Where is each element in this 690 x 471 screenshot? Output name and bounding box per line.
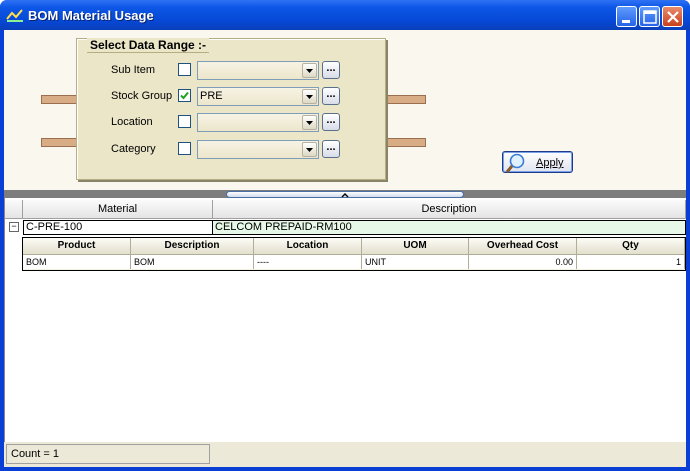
status-bar: Count = 1 (4, 442, 686, 467)
decor-bar-right-1 (386, 95, 426, 104)
child-cell-overhead-cost[interactable]: 0.00 (469, 254, 577, 269)
filter-panel: Select Data Range :- Sub Item ... Stock … (4, 30, 686, 190)
chevron-down-icon (306, 121, 313, 125)
grid-header-gutter (5, 200, 23, 219)
stock-group-combo[interactable]: PRE (197, 87, 319, 106)
chevron-down-icon (306, 148, 313, 152)
maximize-button[interactable] (639, 6, 660, 27)
material-cell[interactable]: C-PRE-100 (23, 220, 213, 235)
column-header-material[interactable]: Material (23, 200, 213, 219)
app-icon (6, 9, 23, 22)
filter-label: Sub Item (111, 64, 156, 76)
child-header-uom[interactable]: UOM (362, 238, 469, 254)
decor-bar-left-2 (41, 138, 77, 147)
data-range-group: Select Data Range :- Sub Item ... Stock … (76, 38, 386, 180)
child-header-product[interactable]: Product (23, 238, 131, 254)
child-cell-location[interactable]: ---- (254, 254, 362, 269)
stock-group-browse-button[interactable]: ... (322, 87, 340, 105)
child-cell-product[interactable]: BOM (23, 254, 131, 269)
title-bar[interactable]: BOM Material Usage (0, 0, 690, 30)
sub-item-checkbox[interactable] (178, 63, 191, 76)
category-checkbox[interactable] (178, 142, 191, 155)
child-header-location[interactable]: Location (254, 238, 362, 254)
category-combo[interactable] (197, 140, 319, 159)
collapse-row-toggle[interactable]: − (9, 222, 19, 232)
filter-row-category: Category ... (77, 139, 387, 159)
maximize-icon (643, 10, 657, 24)
location-browse-button[interactable]: ... (322, 113, 340, 131)
description-cell[interactable]: CELCOM PREPAID-RM100 (212, 220, 686, 235)
location-combo[interactable] (197, 113, 319, 132)
client-area: Select Data Range :- Sub Item ... Stock … (4, 30, 686, 467)
dropdown-button[interactable] (302, 142, 317, 157)
filter-row-stock-group: Stock Group PRE ... (77, 86, 387, 106)
minimize-button[interactable] (616, 6, 637, 27)
collapse-handle[interactable] (226, 191, 464, 198)
column-header-description[interactable]: Description (213, 200, 686, 219)
apply-button[interactable]: Apply (502, 151, 573, 173)
filter-row-location: Location ... (77, 112, 387, 132)
filter-label: Stock Group (111, 90, 173, 102)
dropdown-button[interactable] (302, 89, 317, 104)
dropdown-button[interactable] (302, 115, 317, 130)
child-header-description[interactable]: Description (131, 238, 254, 254)
chevron-down-icon (306, 95, 313, 99)
child-grid: Product Description Location UOM Overhea… (22, 237, 686, 271)
location-checkbox[interactable] (178, 115, 191, 128)
apply-label: Apply (536, 157, 564, 169)
combo-value: PRE (200, 90, 223, 102)
category-browse-button[interactable]: ... (322, 140, 340, 158)
child-cell-qty[interactable]: 1 (577, 254, 685, 269)
chevron-down-icon (306, 69, 313, 73)
record-count: Count = 1 (6, 444, 210, 464)
data-grid: Material Description − C-PRE-100 CELCOM … (4, 198, 686, 442)
group-legend: Select Data Range :- (87, 38, 210, 53)
dropdown-button[interactable] (302, 63, 317, 78)
window-title: BOM Material Usage (28, 8, 154, 23)
close-button[interactable] (662, 6, 683, 27)
stock-group-checkbox[interactable] (178, 89, 191, 102)
child-header-overhead-cost[interactable]: Overhead Cost (469, 238, 577, 254)
close-icon (667, 11, 679, 23)
filter-label: Category (111, 143, 156, 155)
sub-item-browse-button[interactable]: ... (322, 61, 340, 79)
minimize-icon (622, 20, 630, 23)
window: BOM Material Usage Select Data Range:- … (0, 0, 690, 471)
magnifier-icon (505, 153, 525, 173)
sub-item-combo[interactable] (197, 61, 319, 80)
child-cell-description[interactable]: BOM (131, 254, 254, 269)
decor-bar-right-2 (386, 138, 426, 147)
filter-label: Location (111, 116, 153, 128)
child-header-qty[interactable]: Qty (577, 238, 685, 254)
checkmark-icon (180, 91, 189, 100)
decor-bar-left-1 (41, 95, 77, 104)
filter-row-sub-item: Sub Item ... (77, 60, 387, 80)
child-cell-uom[interactable]: UNIT (362, 254, 469, 269)
